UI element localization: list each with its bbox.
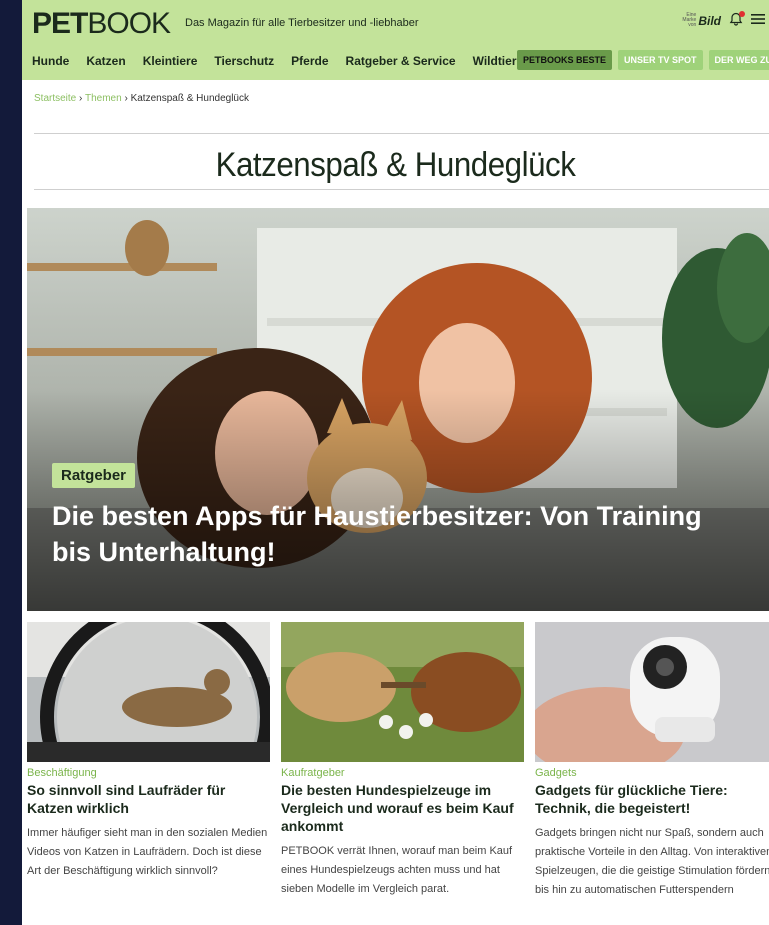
- logo-rest: BOOK: [87, 7, 171, 40]
- nav-katzen[interactable]: Katzen: [86, 54, 125, 68]
- card-title[interactable]: Die besten Hundespielzeuge im Vergleich …: [281, 781, 524, 835]
- nav-tierschutz[interactable]: Tierschutz: [214, 54, 274, 68]
- breadcrumb-section[interactable]: Themen: [85, 93, 122, 104]
- card-teaser: Gadgets bringen nicht nur Spaß, sondern …: [535, 827, 769, 896]
- pill-weg-zum-hund[interactable]: DER WEG ZUM HUND: [708, 50, 769, 70]
- petbook-logo[interactable]: PETBOOK: [32, 7, 171, 40]
- card-teaser: PETBOOK verrät Ihnen, worauf man beim Ka…: [281, 845, 513, 895]
- card-image-gadget-camera[interactable]: [535, 622, 769, 762]
- hero-category-badge[interactable]: Ratgeber: [52, 463, 136, 488]
- logo-bold: PET: [32, 7, 88, 40]
- bell-icon[interactable]: [729, 11, 745, 29]
- bild-brand[interactable]: Eine Marke von Bild: [676, 13, 721, 28]
- bild-small-text: Eine Marke von: [682, 12, 697, 28]
- breadcrumb-current: Katzenspaß & Hundeglück: [130, 93, 249, 104]
- card-title[interactable]: Gadgets für glückliche Tiere: Technik, d…: [535, 781, 769, 817]
- menu-icon[interactable]: [751, 12, 765, 29]
- page-title: Katzenspaß & Hundeglück: [215, 146, 576, 184]
- card-title[interactable]: So sinnvoll sind Laufräder für Katzen wi…: [27, 781, 270, 817]
- breadcrumb: Startseite › Themen › Katzenspaß & Hunde…: [34, 93, 249, 104]
- article-card[interactable]: Beschäftigung So sinnvoll sind Laufräder…: [27, 622, 270, 881]
- page: PETBOOK Das Magazin für alle Tierbesitze…: [22, 0, 769, 925]
- tagline: Das Magazin für alle Tierbesitzer und -l…: [185, 17, 419, 29]
- hero-article[interactable]: Ratgeber Die besten Apps für Haustierbes…: [27, 208, 769, 611]
- card-category[interactable]: Gadgets: [535, 767, 769, 779]
- divider-top: [34, 133, 769, 134]
- pill-petbooks-beste[interactable]: PETBOOKS BESTE: [517, 50, 613, 70]
- site-header: PETBOOK Das Magazin für alle Tierbesitze…: [22, 0, 769, 80]
- card-category[interactable]: Kaufratgeber: [281, 767, 524, 779]
- nav-ratgeber-service[interactable]: Ratgeber & Service: [346, 54, 456, 68]
- hero-title[interactable]: Die besten Apps für Haustierbesitzer: Vo…: [52, 498, 702, 570]
- card-category[interactable]: Beschäftigung: [27, 767, 270, 779]
- header-icons: Eine Marke von Bild: [676, 11, 765, 29]
- nav-pills: PETBOOKS BESTE UNSER TV SPOT DER WEG ZUM…: [517, 50, 769, 70]
- card-teaser: Immer häufiger sieht man in den sozialen…: [27, 827, 268, 877]
- main-nav: Hunde Katzen Kleintiere Tierschutz Pferd…: [32, 54, 523, 68]
- breadcrumb-separator: ›: [124, 93, 128, 104]
- article-card[interactable]: Kaufratgeber Die besten Hundespielzeuge …: [281, 622, 524, 899]
- breadcrumb-home[interactable]: Startseite: [34, 93, 76, 104]
- bild-logo: Bild: [698, 13, 721, 28]
- nav-wildtiere[interactable]: Wildtiere: [473, 54, 524, 68]
- breadcrumb-separator: ›: [79, 93, 83, 104]
- card-image-cat-wheel[interactable]: [27, 622, 270, 762]
- nav-pferde[interactable]: Pferde: [291, 54, 328, 68]
- divider-bottom: [34, 189, 769, 190]
- notification-dot: [739, 11, 745, 17]
- article-card[interactable]: Gadgets Gadgets für glückliche Tiere: Te…: [535, 622, 769, 900]
- nav-hunde[interactable]: Hunde: [32, 54, 69, 68]
- card-image-dog-toys[interactable]: [281, 622, 524, 762]
- nav-kleintiere[interactable]: Kleintiere: [143, 54, 198, 68]
- pill-tv-spot[interactable]: UNSER TV SPOT: [618, 50, 703, 70]
